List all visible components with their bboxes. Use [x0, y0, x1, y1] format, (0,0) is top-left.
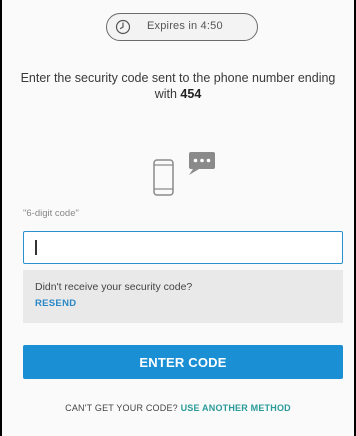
instruction-text: Enter the security code sent to the phon…	[16, 70, 340, 102]
text-cursor	[35, 240, 37, 255]
resend-question: Didn't receive your security code?	[35, 281, 193, 293]
phone-suffix: 454	[180, 87, 202, 101]
code-field-label: "6-digit code"	[23, 208, 79, 219]
alternate-method-text: CAN'T GET YOUR CODE? USE ANOTHER METHOD	[2, 403, 354, 413]
alternate-prefix: CAN'T GET YOUR CODE?	[65, 403, 181, 413]
security-code-input[interactable]	[23, 231, 343, 264]
resend-box: Didn't receive your security code? RESEN…	[23, 270, 343, 323]
enter-code-button[interactable]: ENTER CODE	[23, 345, 343, 379]
phone-message-icon	[153, 152, 215, 196]
expiry-timer-text: Expires in 4:50	[147, 20, 223, 32]
instruction-message: Enter the security code sent to the phon…	[20, 71, 336, 101]
resend-link[interactable]: RESEND	[35, 298, 76, 309]
expiry-timer: Expires in 4:50	[106, 13, 258, 41]
use-another-method-link[interactable]: USE ANOTHER METHOD	[181, 403, 291, 413]
clock-icon	[115, 19, 131, 35]
security-code-panel: Expires in 4:50 Enter the security code …	[2, 0, 354, 436]
